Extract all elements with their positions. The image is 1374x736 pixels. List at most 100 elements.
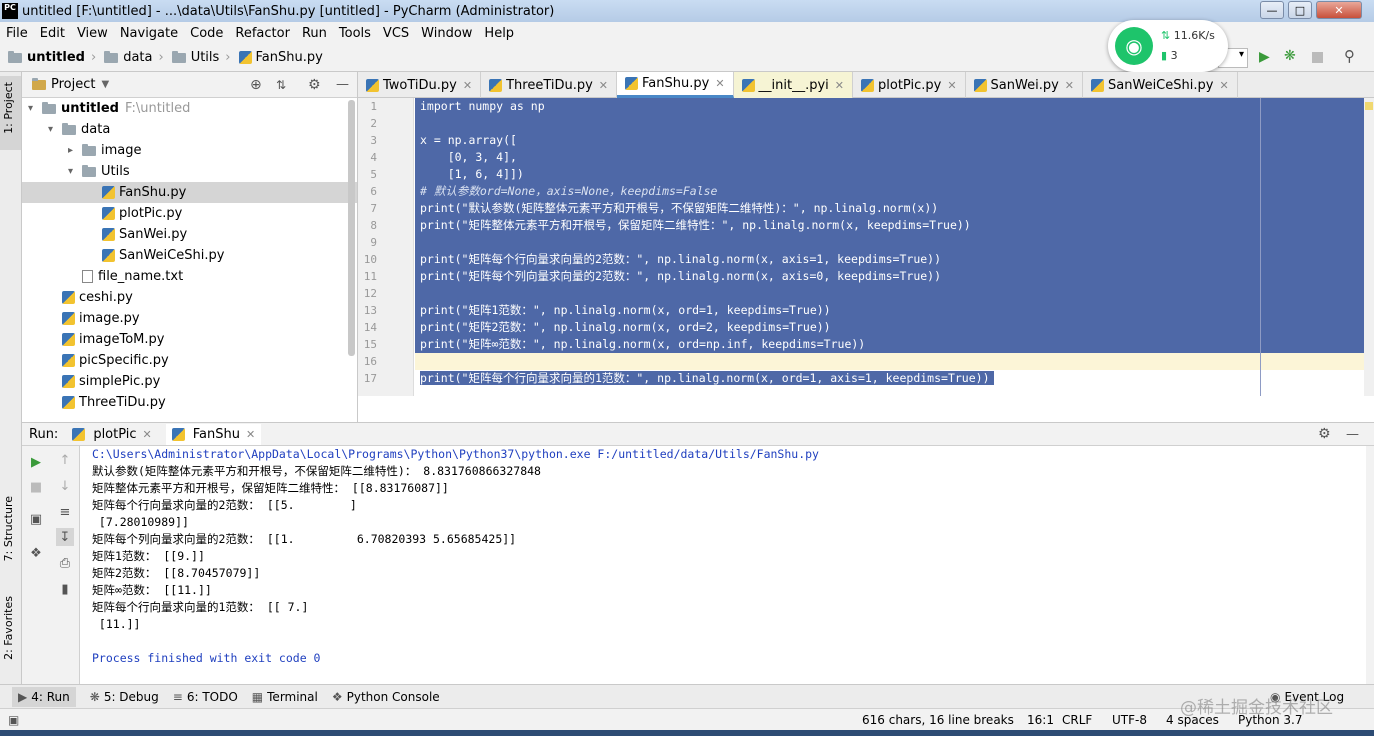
tree-item[interactable]: simplePic.py [22, 371, 357, 392]
code-line[interactable]: print("矩阵1范数：", np.linalg.norm(x, ord=1,… [415, 302, 1366, 319]
code-line[interactable]: [0, 3, 4], [415, 149, 1366, 166]
breadcrumb-untitled[interactable]: untitled › [8, 50, 96, 65]
hide-icon[interactable]: — [336, 77, 349, 92]
menu-run[interactable]: Run [296, 26, 333, 41]
side-tab-structure[interactable]: 7: Structure [2, 496, 15, 561]
tree-item[interactable]: ▾ untitled F:\untitled [22, 98, 357, 119]
code-line[interactable]: print("矩阵每个行向量求向量的1范数：", np.linalg.norm(… [415, 370, 1366, 387]
menu-code[interactable]: Code [184, 26, 229, 41]
chevron-down-icon[interactable]: ▾ [28, 103, 42, 114]
run-tab-plotpic[interactable]: plotPic ✕ [72, 427, 152, 442]
tree-item[interactable]: file_name.txt [22, 266, 357, 287]
project-panel-title[interactable]: Project [51, 77, 95, 92]
code-line[interactable] [415, 353, 1366, 370]
menu-view[interactable]: View [71, 26, 114, 41]
down-arrow-icon[interactable]: ↓ [56, 477, 74, 495]
search-everywhere-icon[interactable]: ⚲ [1344, 47, 1355, 65]
stop-icon[interactable] [1312, 52, 1323, 63]
close-tab-icon[interactable]: ✕ [947, 79, 956, 92]
minimize-button[interactable]: — [1260, 1, 1284, 19]
side-tab-favorites[interactable]: 2: Favorites [2, 596, 15, 660]
tree-scrollbar[interactable] [348, 100, 355, 356]
close-tab-icon[interactable]: ✕ [1065, 79, 1074, 92]
tree-item[interactable]: ceshi.py [22, 287, 357, 308]
run-console[interactable]: C:\Users\Administrator\AppData\Local\Pro… [80, 446, 1366, 684]
close-tab-icon[interactable]: ✕ [599, 79, 608, 92]
tree-item[interactable]: FanShu.py [22, 182, 357, 203]
tree-item[interactable]: ▾ Utils [22, 161, 357, 182]
tool-tab-terminal[interactable]: ▦ Terminal [252, 690, 318, 704]
menu-window[interactable]: Window [415, 26, 478, 41]
chevron-down-icon[interactable]: ▼ [101, 79, 109, 90]
editor-tab[interactable]: SanWeiCeShi.py ✕ [1083, 72, 1238, 98]
editor-tab[interactable]: plotPic.py ✕ [853, 72, 966, 98]
chevron-down-icon[interactable]: ▾ [68, 166, 82, 177]
chevron-down-icon[interactable]: ▾ [48, 124, 62, 135]
gear-icon[interactable]: ⚙ [308, 77, 321, 93]
up-arrow-icon[interactable]: ↑ [56, 451, 74, 469]
code-line[interactable]: print("矩阵∞范数：", np.linalg.norm(x, ord=np… [415, 336, 1366, 353]
editor-scrollbar[interactable] [1364, 98, 1374, 396]
menu-help[interactable]: Help [478, 26, 520, 41]
code-line[interactable]: x = np.array([ [415, 132, 1366, 149]
close-button[interactable]: ✕ [1316, 1, 1362, 19]
status-position[interactable]: 16:1 [1027, 713, 1054, 727]
tree-item[interactable]: ThreeTiDu.py [22, 392, 357, 413]
breadcrumb-utils[interactable]: Utils › [171, 50, 231, 65]
code-area[interactable]: import numpy as np x = np.array([ [0, 3, … [415, 98, 1366, 396]
tree-item[interactable]: imageToM.py [22, 329, 357, 350]
menu-refactor[interactable]: Refactor [229, 26, 296, 41]
debug-icon[interactable]: ❋ [1284, 48, 1296, 64]
chevron-right-icon[interactable]: ▸ [68, 145, 82, 156]
status-encoding[interactable]: UTF-8 [1112, 713, 1147, 727]
menu-edit[interactable]: Edit [34, 26, 71, 41]
close-tab-icon[interactable]: ✕ [835, 79, 844, 92]
menu-vcs[interactable]: VCS [377, 26, 415, 41]
tool-tab-run[interactable]: ▶ 4: Run [12, 686, 76, 707]
breadcrumb-data[interactable]: data › [104, 50, 164, 65]
editor-tab[interactable]: FanShu.py ✕ [617, 72, 734, 98]
stop-icon[interactable]: ■ [27, 478, 45, 496]
tree-item[interactable]: ▾ data [22, 119, 357, 140]
collapse-icon[interactable]: ⇅ [276, 78, 286, 92]
code-line[interactable]: print("矩阵每个行向量求向量的2范数：", np.linalg.norm(… [415, 251, 1366, 268]
layout-icon[interactable]: ▣ [27, 510, 45, 528]
breadcrumb-fanshu[interactable]: FanShu.py [238, 50, 323, 65]
code-line[interactable]: # 默认参数ord=None，axis=None，keepdims=False [415, 183, 1366, 200]
scroll-to-end-icon[interactable]: ↧ [56, 528, 74, 546]
status-toggle-icon[interactable]: ▣ [8, 713, 19, 727]
menu-navigate[interactable]: Navigate [114, 26, 184, 41]
tree-item[interactable]: picSpecific.py [22, 350, 357, 371]
code-line[interactable] [415, 234, 1366, 251]
side-tab-project[interactable]: 1: Project [2, 82, 15, 134]
close-tab-icon[interactable]: ✕ [1219, 79, 1228, 92]
tree-item[interactable]: plotPic.py [22, 203, 357, 224]
code-line[interactable]: print("矩阵整体元素平方和开根号，保留矩阵二维特性：", np.linal… [415, 217, 1366, 234]
pin-icon[interactable]: ❖ [27, 544, 45, 562]
code-editor[interactable]: 1 2 3 4 5 6 7 8 9 10 11 12 13 14 15 16 17 import numpy a… [358, 98, 1374, 422]
editor-tab[interactable]: __init__.pyi ✕ [733, 72, 854, 98]
rerun-icon[interactable]: ▶ [27, 453, 45, 471]
close-tab-icon[interactable]: ✕ [715, 77, 724, 90]
gear-icon[interactable]: ⚙ [1318, 426, 1331, 442]
code-line[interactable]: [1, 6, 4]]) [415, 166, 1366, 183]
tree-item[interactable]: SanWeiCeShi.py [22, 245, 357, 266]
code-line[interactable]: print("默认参数(矩阵整体元素平方和开根号，不保留矩阵二维特性)：", n… [415, 200, 1366, 217]
tool-tab-todo[interactable]: ≡ 6: TODO [173, 690, 238, 704]
run-icon[interactable]: ▶ [1259, 49, 1270, 65]
code-line[interactable]: print("矩阵每个列向量求向量的2范数：", np.linalg.norm(… [415, 268, 1366, 285]
editor-tab[interactable]: SanWei.py ✕ [966, 72, 1084, 98]
tool-tab-debug[interactable]: ❋ 5: Debug [90, 690, 159, 704]
tree-item[interactable]: image.py [22, 308, 357, 329]
code-line[interactable] [415, 115, 1366, 132]
close-tab-icon[interactable]: ✕ [463, 79, 472, 92]
editor-tab[interactable]: TwoTiDu.py ✕ [358, 72, 482, 98]
code-line[interactable] [415, 285, 1366, 302]
run-tab-fanshu[interactable]: FanShu ✕ [165, 423, 262, 445]
close-tab-icon[interactable]: ✕ [143, 428, 152, 441]
menu-file[interactable]: File [0, 26, 34, 41]
maximize-button[interactable]: □ [1288, 1, 1312, 19]
status-line-separator[interactable]: CRLF [1062, 713, 1092, 727]
soft-wrap-icon[interactable]: ≡ [56, 503, 74, 521]
menu-tools[interactable]: Tools [333, 26, 377, 41]
